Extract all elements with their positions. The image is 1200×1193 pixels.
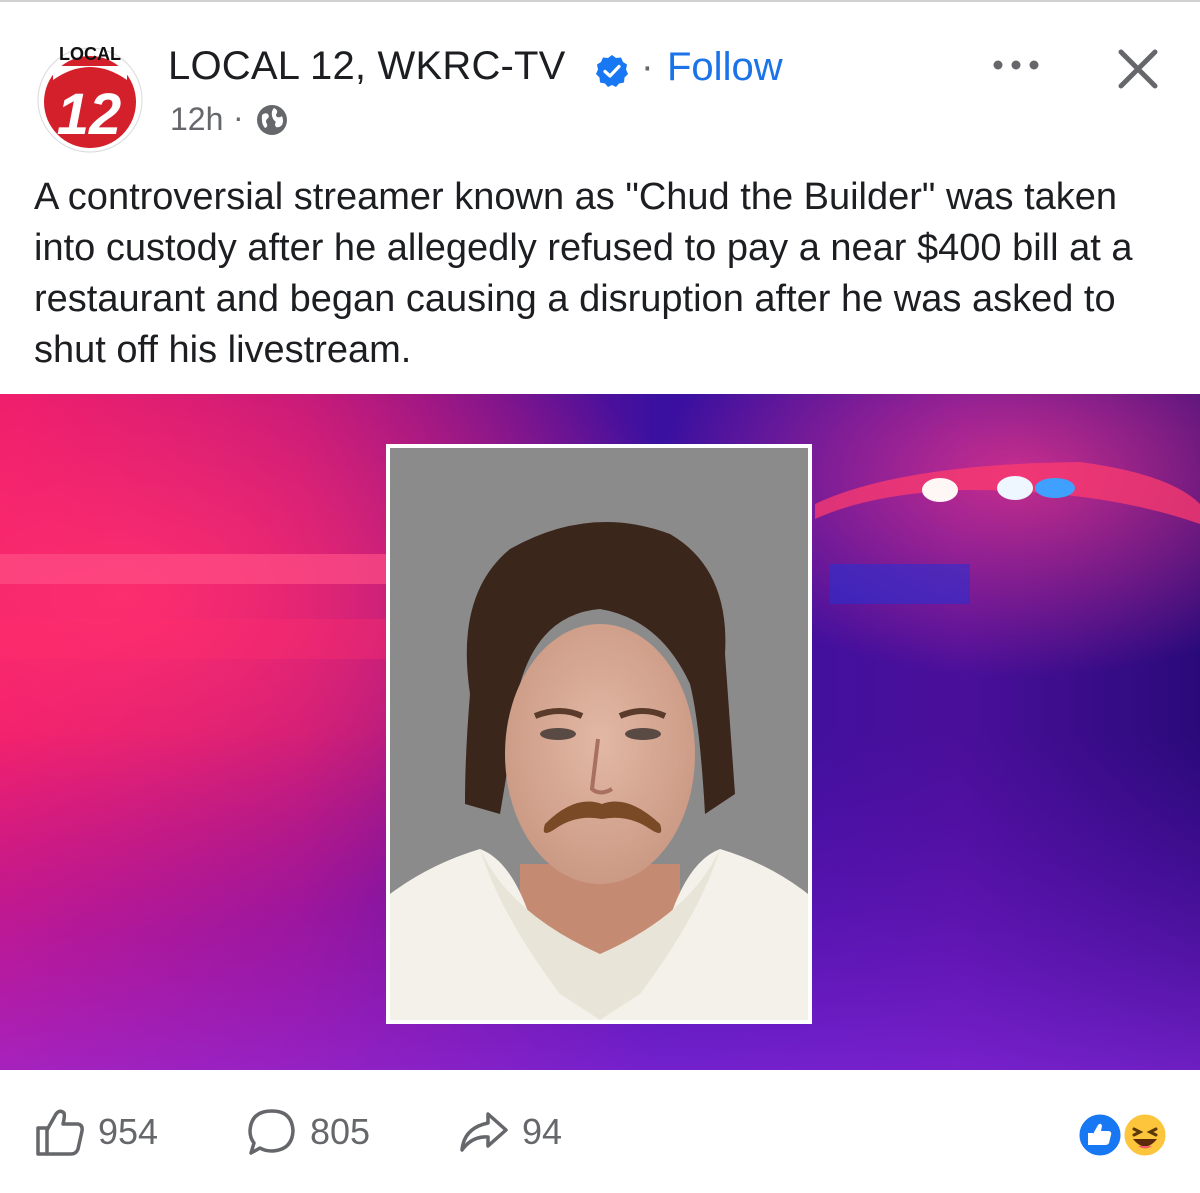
follow-button[interactable]: Follow bbox=[667, 45, 783, 90]
like-reaction-icon bbox=[1076, 1111, 1124, 1159]
share-count: 94 bbox=[522, 1111, 563, 1152]
like-count: 954 bbox=[98, 1111, 159, 1152]
comment-count: 805 bbox=[310, 1111, 371, 1152]
share-button[interactable]: 94 bbox=[458, 1102, 562, 1162]
haha-reaction-icon bbox=[1121, 1111, 1169, 1159]
comment-button[interactable]: 805 bbox=[246, 1102, 370, 1162]
page-name[interactable]: LOCAL 12, WKRC-TV bbox=[168, 44, 566, 89]
comment-bubble-icon bbox=[248, 1109, 295, 1155]
like-button[interactable]: 954 bbox=[34, 1102, 158, 1162]
post-image[interactable] bbox=[0, 394, 1200, 1070]
thumbs-up-icon bbox=[36, 1109, 84, 1156]
page-avatar[interactable]: LOCAL 12 bbox=[33, 40, 147, 154]
post-timestamp[interactable]: 12h bbox=[170, 101, 223, 138]
globe-icon bbox=[257, 105, 287, 135]
news-photo bbox=[0, 394, 1200, 1070]
close-icon[interactable] bbox=[1113, 44, 1163, 94]
more-options-icon[interactable] bbox=[990, 47, 1042, 83]
post-text: A controversial streamer known as "Chud … bbox=[34, 176, 1133, 371]
logo-number: 12 bbox=[57, 82, 122, 147]
logo-top-text: LOCAL bbox=[59, 44, 121, 64]
reactions-summary[interactable] bbox=[1073, 1110, 1173, 1160]
time-separator: · bbox=[233, 99, 244, 135]
verified-badge-icon bbox=[596, 55, 628, 87]
post-card: LOCAL 12 LOCAL 12, WKRC-TV · Follow 12h … bbox=[0, 0, 1200, 1193]
name-separator: · bbox=[641, 46, 654, 88]
local12-logo: LOCAL 12 bbox=[37, 44, 143, 153]
share-arrow-icon bbox=[460, 1112, 508, 1152]
